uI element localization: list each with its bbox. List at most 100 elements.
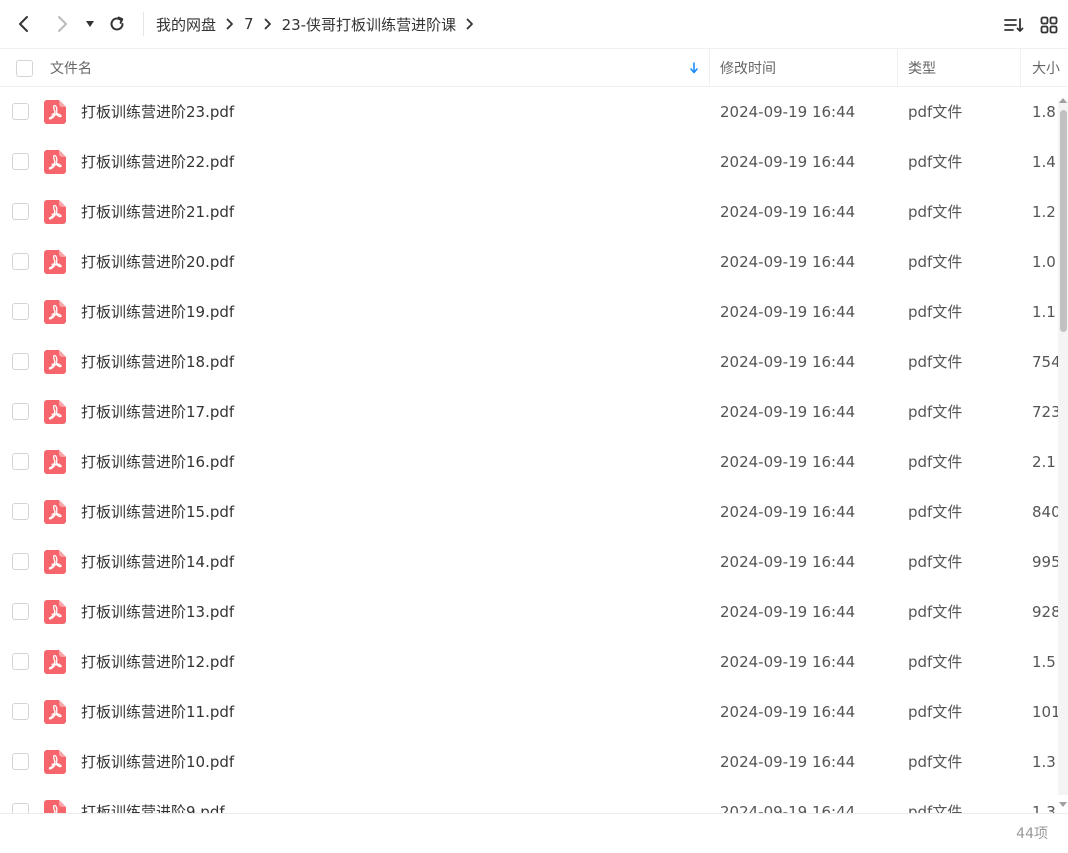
file-name[interactable]: 打板训练营进阶16.pdf [81,437,234,487]
file-modified: 2024-09-19 16:44 [720,253,856,271]
table-row[interactable]: 打板训练营进阶10.pdf 2024-09-19 16:44 pdf文件 1.3 [0,737,1058,787]
table-row[interactable]: 打板训练营进阶16.pdf 2024-09-19 16:44 pdf文件 2.1 [0,437,1058,487]
file-type: pdf文件 [908,753,963,771]
file-type: pdf文件 [908,153,963,171]
table-row[interactable]: 打板训练营进阶13.pdf 2024-09-19 16:44 pdf文件 928 [0,587,1058,637]
row-checkbox[interactable] [12,403,29,420]
row-checkbox[interactable] [12,253,29,270]
sort-descending-icon [690,62,698,74]
file-modified: 2024-09-19 16:44 [720,703,856,721]
table-row[interactable]: 打板训练营进阶22.pdf 2024-09-19 16:44 pdf文件 1.4 [0,137,1058,187]
file-size: 1.4 [1032,153,1056,171]
scroll-down-button[interactable] [1058,795,1068,807]
scroll-up-button[interactable] [1058,90,1068,103]
file-modified: 2024-09-19 16:44 [720,653,856,671]
table-row[interactable]: 打板训练营进阶19.pdf 2024-09-19 16:44 pdf文件 1.1 [0,287,1058,337]
file-name[interactable]: 打板训练营进阶22.pdf [81,137,234,187]
file-name[interactable]: 打板训练营进阶13.pdf [81,587,234,637]
file-name[interactable]: 打板训练营进阶9.pdf [81,787,225,813]
sort-list-icon [1004,18,1024,32]
pdf-file-icon [44,150,66,174]
column-header-modified[interactable]: 修改时间 [720,49,776,87]
row-checkbox[interactable] [12,153,29,170]
row-checkbox[interactable] [12,653,29,670]
file-modified: 2024-09-19 16:44 [720,603,856,621]
file-name[interactable]: 打板训练营进阶21.pdf [81,187,234,237]
row-checkbox[interactable] [12,703,29,720]
file-list: 打板训练营进阶23.pdf 2024-09-19 16:44 pdf文件 1.8 打板训… [0,87,1058,813]
file-name[interactable]: 打板训练营进阶15.pdf [81,487,234,537]
column-header-type[interactable]: 类型 [908,49,936,87]
file-modified: 2024-09-19 16:44 [720,503,856,521]
breadcrumb-item-current[interactable]: 23-侠哥打板训练营进阶课 [282,14,457,35]
file-name[interactable]: 打板训练营进阶11.pdf [81,687,234,737]
status-bar: 44项 [0,813,1068,853]
row-checkbox[interactable] [12,303,29,320]
column-divider[interactable] [1020,49,1021,87]
column-divider[interactable] [897,49,898,87]
file-size: 1.3 [1032,803,1056,813]
file-name[interactable]: 打板训练营进阶17.pdf [81,387,234,437]
back-button[interactable] [10,10,38,38]
sort-button[interactable] [1001,12,1027,38]
file-name[interactable]: 打板训练营进阶10.pdf [81,737,234,787]
table-row[interactable]: 打板训练营进阶17.pdf 2024-09-19 16:44 pdf文件 723 [0,387,1058,437]
breadcrumb-item-folder-7[interactable]: 7 [244,15,254,33]
file-type: pdf文件 [908,603,963,621]
file-name[interactable]: 打板训练营进阶14.pdf [81,537,234,587]
row-checkbox[interactable] [12,753,29,770]
file-name[interactable]: 打板训练营进阶20.pdf [81,237,234,287]
file-name[interactable]: 打板训练营进阶23.pdf [81,87,234,137]
file-size: 1.8 [1032,103,1056,121]
pdf-file-icon [44,250,66,274]
pdf-file-icon [44,300,66,324]
refresh-button[interactable] [103,10,131,38]
chevron-right-icon [226,18,234,30]
history-dropdown-button[interactable] [77,10,103,38]
table-row[interactable]: 打板训练营进阶9.pdf 2024-09-19 16:44 pdf文件 1.3 [0,787,1058,813]
row-checkbox[interactable] [12,503,29,520]
table-row[interactable]: 打板训练营进阶23.pdf 2024-09-19 16:44 pdf文件 1.8 [0,87,1058,137]
table-row[interactable]: 打板训练营进阶14.pdf 2024-09-19 16:44 pdf文件 995 [0,537,1058,587]
select-all-checkbox[interactable] [16,49,33,87]
pdf-file-icon [44,400,66,424]
column-header-size[interactable]: 大小 [1032,49,1060,87]
file-size: 840 [1032,503,1058,521]
row-checkbox[interactable] [12,803,29,813]
toolbar-divider [143,12,144,36]
pdf-file-icon [44,200,66,224]
file-type: pdf文件 [908,253,963,271]
file-name[interactable]: 打板训练营进阶12.pdf [81,637,234,687]
table-row[interactable]: 打板训练营进阶20.pdf 2024-09-19 16:44 pdf文件 1.0 [0,237,1058,287]
file-size: 1.5 [1032,653,1056,671]
row-checkbox[interactable] [12,103,29,120]
file-size: 1.1 [1032,303,1056,321]
file-name[interactable]: 打板训练营进阶19.pdf [81,287,234,337]
table-row[interactable]: 打板训练营进阶21.pdf 2024-09-19 16:44 pdf文件 1.2 [0,187,1058,237]
table-row[interactable]: 打板训练营进阶15.pdf 2024-09-19 16:44 pdf文件 840 [0,487,1058,537]
row-checkbox[interactable] [12,203,29,220]
grid-view-button[interactable] [1036,12,1062,38]
row-checkbox[interactable] [12,553,29,570]
file-type: pdf文件 [908,353,963,371]
column-header-name[interactable]: 文件名 [50,49,705,87]
file-modified: 2024-09-19 16:44 [720,153,856,171]
chevron-right-icon[interactable] [466,18,474,30]
file-type: pdf文件 [908,303,963,321]
row-checkbox[interactable] [12,353,29,370]
pdf-file-icon [44,800,66,813]
row-checkbox[interactable] [12,603,29,620]
table-row[interactable]: 打板训练营进阶12.pdf 2024-09-19 16:44 pdf文件 1.5 [0,637,1058,687]
dropdown-caret-icon [86,21,94,27]
breadcrumb-item-root[interactable]: 我的网盘 [156,14,216,35]
file-size: 1.0 [1032,253,1056,271]
pdf-file-icon [44,650,66,674]
file-type: pdf文件 [908,553,963,571]
forward-button[interactable] [48,10,76,38]
table-row[interactable]: 打板训练营进阶11.pdf 2024-09-19 16:44 pdf文件 101 [0,687,1058,737]
column-divider[interactable] [709,49,710,87]
scrollbar-thumb[interactable] [1060,110,1067,332]
file-name[interactable]: 打板训练营进阶18.pdf [81,337,234,387]
row-checkbox[interactable] [12,453,29,470]
table-row[interactable]: 打板训练营进阶18.pdf 2024-09-19 16:44 pdf文件 754 [0,337,1058,387]
